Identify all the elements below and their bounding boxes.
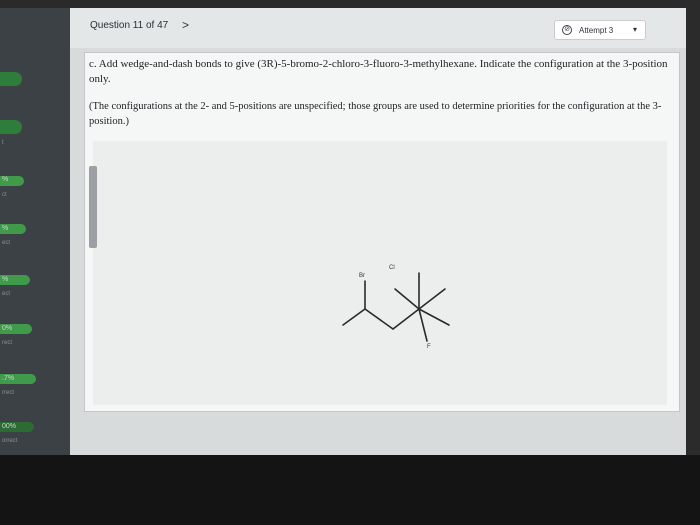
bond	[418, 308, 428, 342]
sidebar-item[interactable]: % ect	[0, 271, 70, 311]
question-note: (The configurations at the 2- and 5-posi…	[89, 101, 662, 127]
sidebar-progress-pill[interactable]	[0, 72, 22, 86]
sidebar-item-status: t	[2, 140, 4, 146]
sidebar-item[interactable]: 00% orrect	[0, 418, 70, 458]
next-question-icon[interactable]: >	[182, 18, 189, 32]
chlorine-atom-label[interactable]: Cl	[389, 265, 395, 271]
bond	[418, 288, 446, 310]
bond	[364, 308, 394, 330]
sidebar-item-status: ct	[2, 192, 7, 198]
sidebar-item-score: %	[2, 176, 9, 183]
fluorine-atom-label[interactable]: F	[427, 344, 431, 350]
sidebar-item-score: 00%	[2, 423, 17, 430]
scrollbar-thumb[interactable]	[89, 166, 97, 248]
drawing-canvas[interactable]: Br Cl F	[93, 141, 667, 405]
right-bezel	[686, 0, 700, 455]
sidebar-item[interactable]: % ct	[0, 170, 70, 210]
bromine-atom-label[interactable]: Br	[359, 273, 365, 279]
question-prompt: c. Add wedge-and-dash bonds to give (3R)…	[89, 58, 668, 85]
sidebar-item-status: rect	[2, 340, 13, 346]
molecule-drawing[interactable]	[93, 141, 667, 405]
top-bezel	[0, 0, 700, 8]
question-header: Question 11 of 47 > ⊘ Attempt 3 ▾	[70, 8, 686, 48]
sidebar-item-score: %	[2, 225, 9, 232]
sidebar-item-status: ect	[2, 291, 11, 297]
sidebar-item-status: orrect	[2, 438, 18, 444]
sidebar-item[interactable]: .7% rrect	[0, 370, 70, 410]
sidebar-item-status: ect	[2, 240, 11, 246]
bond	[418, 308, 450, 326]
sidebar-item-score: %	[2, 276, 9, 283]
question-sidebar: t % ct % ect % ect 0% rect .7% rrect 00%…	[0, 8, 70, 455]
attempt-dropdown[interactable]: ⊘ Attempt 3 ▾	[554, 20, 646, 40]
sidebar-progress-pill[interactable]	[0, 120, 22, 134]
attempt-label: Attempt 3	[579, 26, 614, 35]
sidebar-item[interactable]: 0% rect	[0, 320, 70, 360]
sidebar-item[interactable]: % ect	[0, 220, 70, 260]
question-box: c. Add wedge-and-dash bonds to give (3R)…	[84, 52, 680, 412]
sidebar-item-score: .7%	[2, 375, 15, 382]
bottom-bezel	[0, 455, 700, 525]
bond	[394, 288, 420, 310]
bond	[342, 308, 366, 326]
question-counter: Question 11 of 47	[90, 20, 169, 31]
bond	[392, 308, 420, 330]
main-panel: Question 11 of 47 > ⊘ Attempt 3 ▾ c. Add…	[70, 8, 686, 455]
chevron-down-icon: ▾	[633, 25, 638, 34]
sidebar-item-score: 0%	[2, 325, 13, 332]
attempt-status-icon: ⊘	[562, 25, 572, 35]
sidebar-item-status: rrect	[2, 390, 14, 396]
